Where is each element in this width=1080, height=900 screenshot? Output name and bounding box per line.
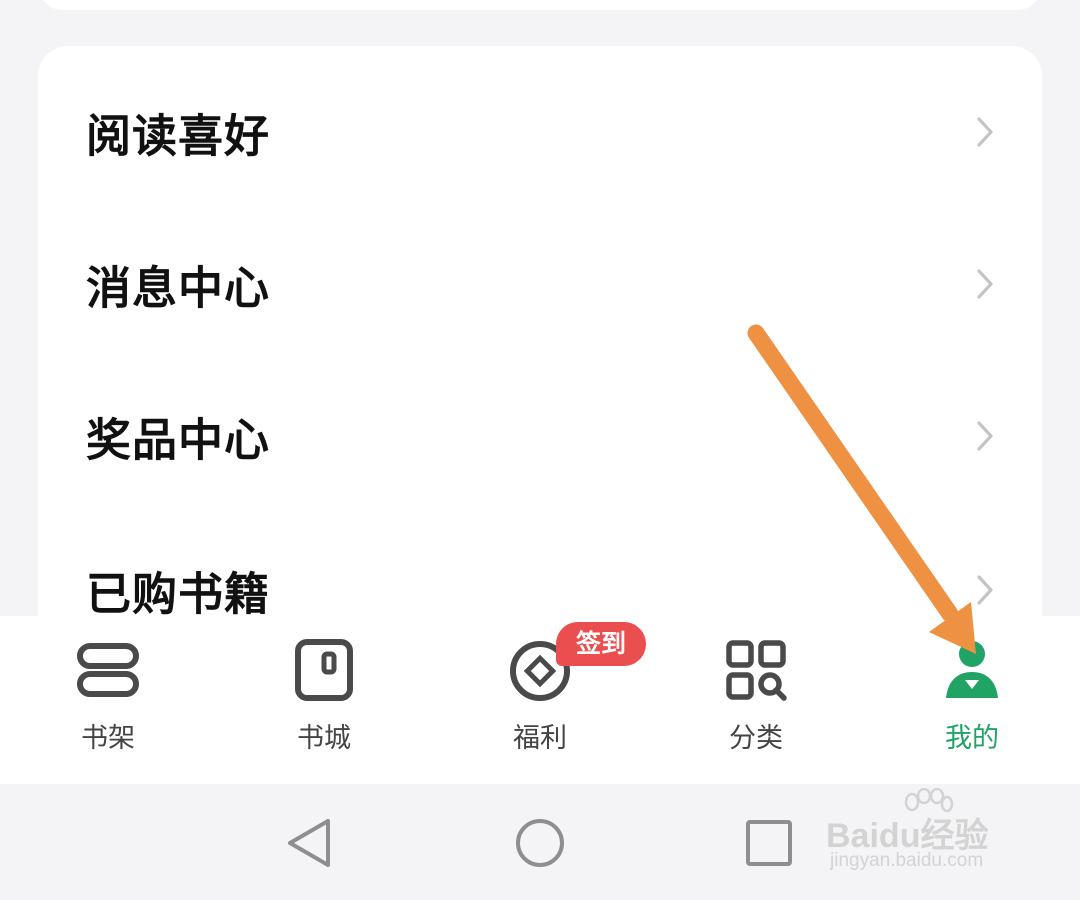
menu-item-label: 奖品中心 xyxy=(86,413,271,467)
watermark-url: jingyan.baidu.com xyxy=(830,850,984,871)
bottom-tab-bar: 书架 书城 福利 分类 我的 xyxy=(0,616,1080,784)
bookstore-icon xyxy=(295,639,353,701)
menu-item-label: 阅读喜好 xyxy=(86,109,271,163)
tab-label: 书架 xyxy=(81,723,135,754)
chevron-right-icon xyxy=(977,117,993,147)
tab-label: 分类 xyxy=(729,723,783,754)
chevron-right-icon xyxy=(977,575,993,605)
menu-item-label: 消息中心 xyxy=(86,261,271,315)
settings-menu-card: 阅读喜好 消息中心 奖品中心 已购书籍 xyxy=(38,46,1042,686)
chevron-right-icon xyxy=(977,269,993,299)
menu-item-prize-center[interactable]: 奖品中心 xyxy=(38,376,1042,496)
tab-label: 我的 xyxy=(945,723,999,754)
tab-mine[interactable]: 我的 xyxy=(864,616,1080,784)
menu-item-label: 已购书籍 xyxy=(86,567,271,621)
menu-item-message-center[interactable]: 消息中心 xyxy=(38,224,1042,344)
tab-bookstore[interactable]: 书城 xyxy=(216,616,432,784)
baidu-jingyan-watermark: Baidu经验 jingyan.baidu.com xyxy=(826,788,1031,880)
top-card-edge xyxy=(38,0,1042,10)
sign-in-badge[interactable]: 签到 xyxy=(556,622,646,666)
home-circle-icon[interactable] xyxy=(505,808,575,878)
recents-square-icon[interactable] xyxy=(734,808,804,878)
category-grid-icon xyxy=(726,640,787,701)
back-triangle-icon[interactable] xyxy=(274,808,344,878)
tab-label: 书城 xyxy=(297,723,351,754)
tab-label: 福利 xyxy=(513,723,567,754)
bookshelf-icon xyxy=(77,643,139,697)
menu-item-reading-preference[interactable]: 阅读喜好 xyxy=(38,72,1042,192)
tab-bookshelf[interactable]: 书架 xyxy=(0,616,216,784)
profile-person-icon xyxy=(946,641,998,698)
chevron-right-icon xyxy=(977,421,993,451)
tab-category[interactable]: 分类 xyxy=(648,616,864,784)
